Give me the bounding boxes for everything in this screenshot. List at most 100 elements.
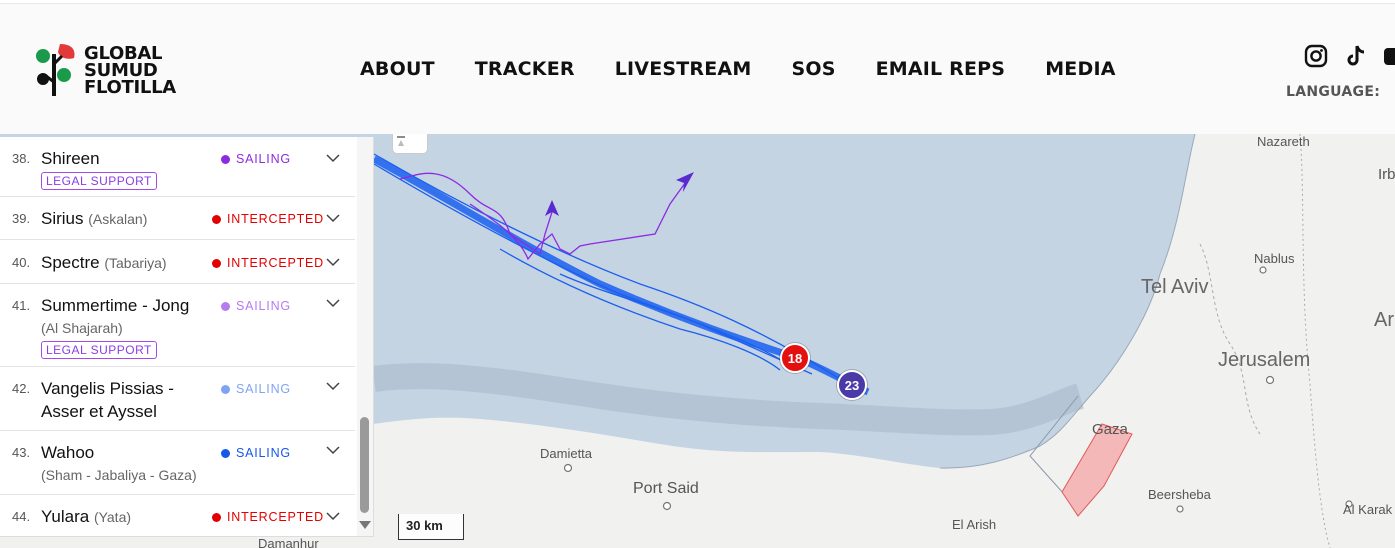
nav-email-reps[interactable]: EMAIL REPS	[876, 58, 1006, 80]
status-dot	[221, 154, 230, 164]
place-label-gaza: Gaza	[1092, 421, 1128, 438]
place-label-ar: Ar	[1374, 309, 1394, 331]
scroll-down-arrow-icon[interactable]	[359, 521, 371, 529]
place-label-el-arish: El Arish	[952, 517, 997, 532]
vessel-number: 38.	[12, 151, 31, 166]
nav-about[interactable]: ABOUT	[360, 58, 435, 80]
vessel-status: INTERCEPTED	[212, 510, 324, 524]
status-label: INTERCEPTED	[227, 212, 325, 226]
vessel-row[interactable]: 38. Shireen SAILING LEGAL SUPPORT	[0, 137, 355, 197]
chevron-down-icon[interactable]	[326, 381, 340, 391]
map-compass-control[interactable]	[392, 134, 428, 154]
map-scale: 30 km	[398, 514, 464, 540]
vessel-status: INTERCEPTED	[212, 256, 324, 270]
compass-icon	[397, 136, 405, 146]
border-line-jordan	[1299, 134, 1331, 548]
place-label-damanhur: Damanhur	[258, 536, 319, 548]
vessel-number: 43.	[12, 445, 31, 460]
language-selector[interactable]: LANGUAGE:	[1286, 84, 1380, 100]
chevron-down-icon[interactable]	[326, 257, 340, 267]
vessel-row[interactable]: 41. Summertime - Jong (Al Shajarah) SAIL…	[0, 284, 355, 367]
status-label: INTERCEPTED	[227, 256, 325, 270]
status-label: SAILING	[236, 299, 291, 313]
vessel-alt-name: (Sham - Jabaliya - Gaza)	[41, 467, 197, 483]
logo-line-1: GLOBAL	[84, 42, 163, 64]
vessel-name: Spectre (Tabariya)	[41, 253, 167, 273]
vessel-status: SAILING	[221, 446, 291, 460]
vessel-row[interactable]: 44. Yulara (Yata) INTERCEPTED	[0, 495, 355, 536]
vessel-name: Yulara (Yata)	[41, 507, 131, 527]
place-label-jerusalem: Jerusalem	[1218, 349, 1311, 371]
status-dot	[221, 384, 230, 394]
place-label-tel-aviv: Tel Aviv	[1141, 276, 1209, 298]
nav-tracker[interactable]: TRACKER	[475, 58, 575, 80]
vessel-name-text: Sirius	[41, 209, 84, 228]
list-scrollbar-thumb[interactable]	[360, 417, 369, 513]
vessel-alt-name: (Al Shajarah)	[41, 320, 123, 336]
vessel-status: INTERCEPTED	[212, 212, 324, 226]
chevron-down-icon[interactable]	[326, 213, 340, 223]
place-label-nazareth: Nazareth	[1257, 134, 1310, 149]
chevron-down-icon[interactable]	[326, 511, 340, 521]
place-label-nablus: Nablus	[1254, 251, 1295, 266]
vessel-row[interactable]: 43. Wahoo (Sham - Jabaliya - Gaza) SAILI…	[0, 431, 355, 495]
status-dot	[212, 258, 221, 268]
place-label-irb: Irb	[1378, 166, 1395, 183]
vessel-alt-name: (Askalan)	[88, 211, 148, 227]
status-dot	[221, 301, 230, 311]
status-label: SAILING	[236, 152, 291, 166]
place-label-damietta: Damietta	[540, 446, 593, 461]
vessel-status: SAILING	[221, 382, 291, 396]
status-dot	[212, 214, 221, 224]
vessel-number: 42.	[12, 381, 31, 396]
vessel-number: 41.	[12, 298, 31, 313]
vessel-list-panel[interactable]: 38. Shireen SAILING LEGAL SUPPORT 39. Si…	[0, 137, 374, 537]
vessel-name-text: Spectre	[41, 253, 100, 272]
social-links	[1302, 42, 1395, 70]
place-label-beersheba: Beersheba	[1148, 487, 1211, 502]
vessel-name-line-2: Asser et Ayssel	[41, 402, 157, 421]
vessel-name: Shireen	[41, 149, 100, 168]
place-label-port-said: Port Said	[633, 480, 699, 497]
status-dot	[221, 448, 230, 458]
vessel-alt-name: (Tabariya)	[104, 255, 167, 271]
vessel-status: SAILING	[221, 152, 291, 166]
vessel-name: Summertime - Jong	[41, 296, 190, 315]
vessel-row[interactable]: 42. Vangelis Pissias - Asser et Ayssel S…	[0, 367, 355, 431]
youtube-icon[interactable]	[1382, 42, 1395, 70]
logo-text: GLOBAL SUMUD FLOTILLA	[84, 42, 176, 98]
vessel-number: 44.	[12, 509, 31, 524]
vessel-row[interactable]: 40. Spectre (Tabariya) INTERCEPTED	[0, 240, 355, 284]
tiktok-icon[interactable]	[1342, 42, 1370, 70]
vessel-name: Sirius (Askalan)	[41, 209, 147, 229]
vessel-name: Wahoo	[41, 443, 95, 462]
logo-line-3: FLOTILLA	[84, 76, 176, 98]
logo-line-2: SUMUD	[84, 59, 158, 81]
vessel-alt-name: (Yata)	[93, 509, 132, 525]
status-label: INTERCEPTED	[227, 510, 325, 524]
instagram-icon[interactable]	[1302, 42, 1330, 70]
site-logo[interactable]: GLOBAL SUMUD FLOTILLA	[34, 42, 176, 98]
chevron-down-icon[interactable]	[326, 445, 340, 455]
border-line-west-bank	[1199, 243, 1261, 435]
vessel-cluster-red[interactable]: 18	[780, 343, 810, 373]
vessel-cluster-indigo[interactable]: 23	[837, 370, 867, 400]
flotilla-logo-icon	[36, 44, 75, 96]
legal-support-badge: LEGAL SUPPORT	[41, 172, 157, 190]
status-label: SAILING	[236, 382, 291, 396]
chevron-down-icon[interactable]	[326, 153, 340, 163]
vessel-name: Vangelis Pissias -	[41, 379, 174, 398]
main-nav: ABOUT TRACKER LIVESTREAM SOS EMAIL REPS …	[360, 58, 1156, 80]
nav-livestream[interactable]: LIVESTREAM	[615, 58, 752, 80]
place-label-al-karak: Al Karak	[1343, 502, 1393, 517]
chevron-down-icon[interactable]	[326, 298, 340, 308]
status-label: SAILING	[236, 446, 291, 460]
status-dot	[212, 512, 221, 522]
vessel-name-text: Yulara	[41, 507, 90, 526]
vessel-row[interactable]: 39. Sirius (Askalan) INTERCEPTED	[0, 197, 355, 240]
nav-media[interactable]: MEDIA	[1045, 58, 1115, 80]
nav-sos[interactable]: SOS	[791, 58, 835, 80]
legal-support-badge: LEGAL SUPPORT	[41, 341, 157, 359]
vessel-status: SAILING	[221, 299, 291, 313]
site-header: GLOBAL SUMUD FLOTILLA ABOUT TRACKER LIVE…	[0, 4, 1395, 134]
